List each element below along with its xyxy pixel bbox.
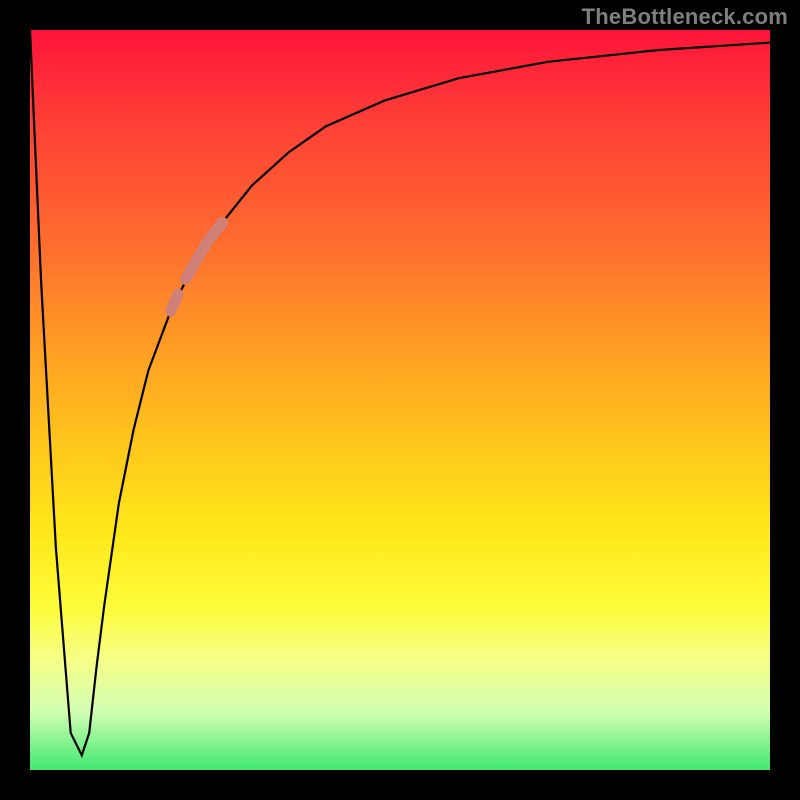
chart-frame: TheBottleneck.com xyxy=(0,0,800,800)
bottleneck-curve-path xyxy=(30,30,770,755)
highlight-dot xyxy=(171,294,178,311)
watermark-text: TheBottleneck.com xyxy=(582,4,788,30)
highlight-segment-path xyxy=(185,222,222,279)
curve-svg xyxy=(30,30,770,770)
